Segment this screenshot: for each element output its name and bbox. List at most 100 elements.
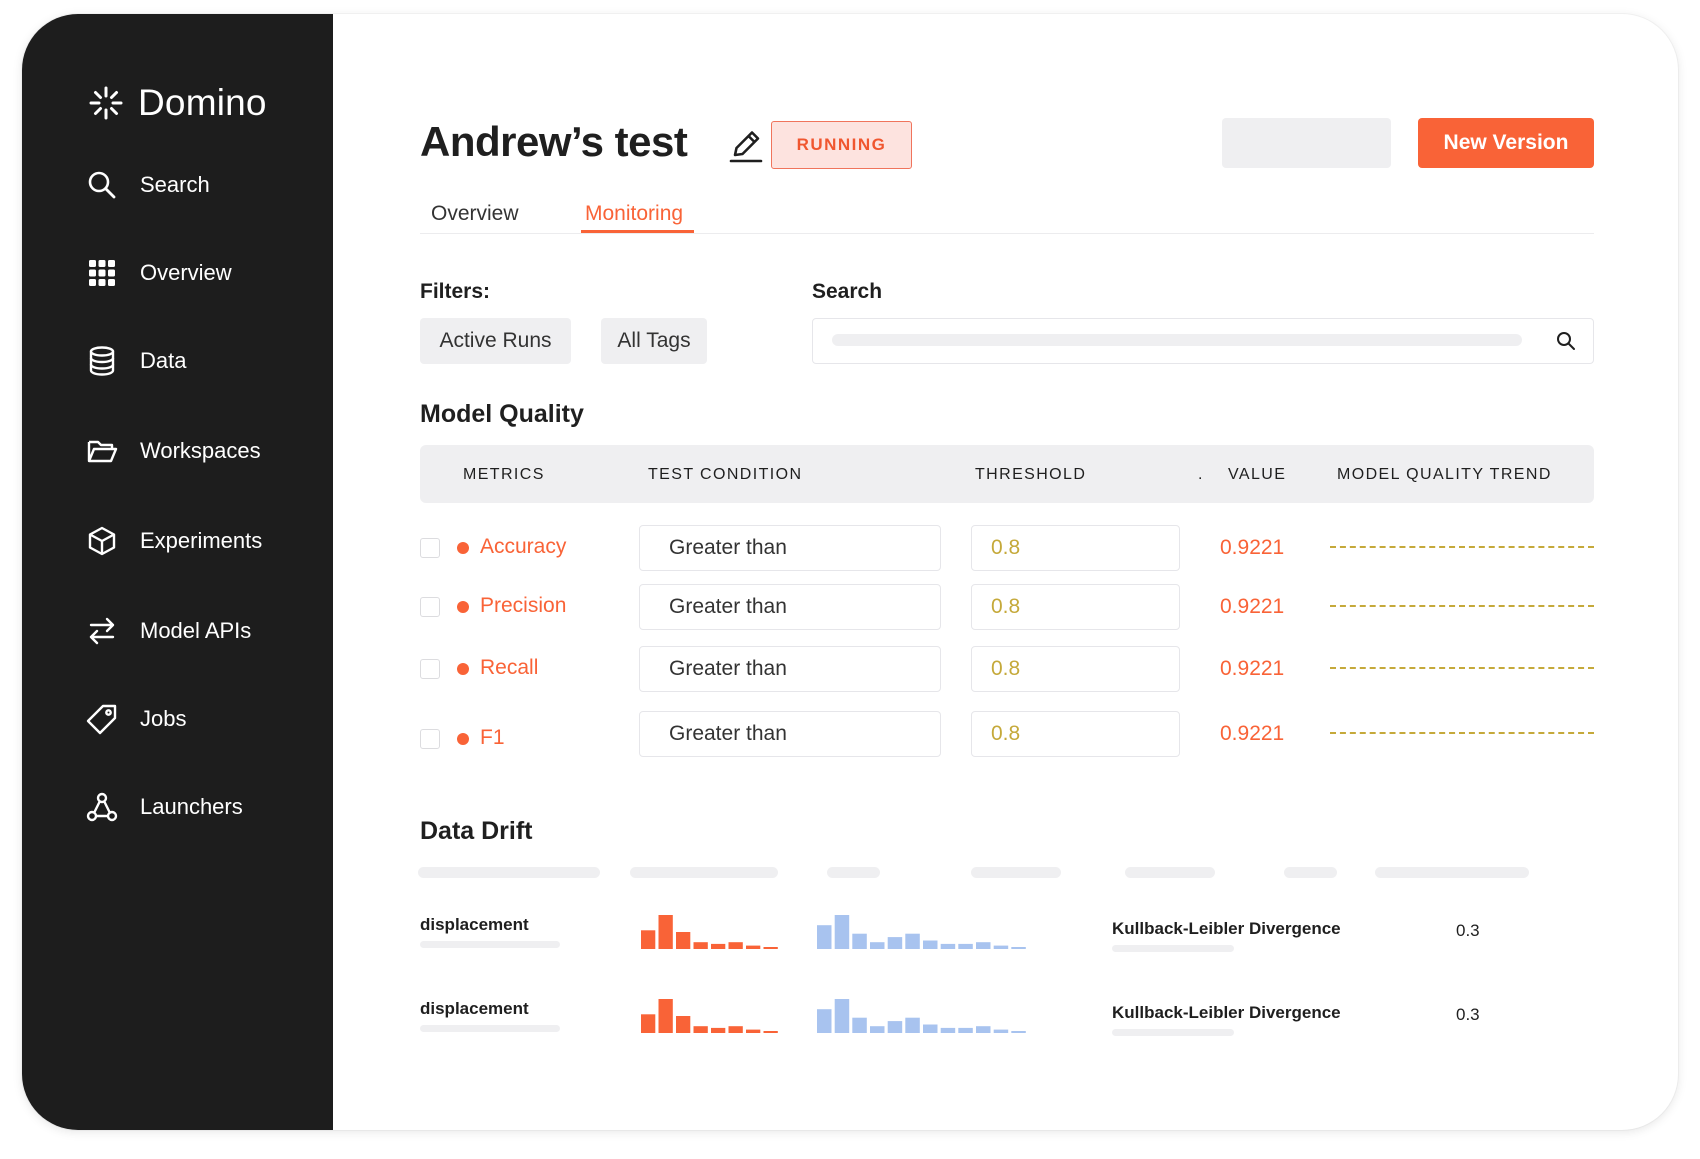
tabs-divider <box>420 233 1594 234</box>
histogram-bar <box>993 945 1009 949</box>
sidebar-item-data[interactable]: Data <box>86 345 186 377</box>
filter-all-tags[interactable]: All Tags <box>601 318 707 364</box>
search-icon[interactable] <box>1555 330 1577 352</box>
histogram-bar <box>728 1026 743 1033</box>
metric-status-dot <box>457 663 469 675</box>
histogram-bar <box>905 1017 920 1033</box>
logo[interactable]: Domino <box>88 82 267 124</box>
histogram-bar <box>923 1024 938 1033</box>
metric-value: 0.9221 <box>1220 722 1285 745</box>
sidebar-item-experiments[interactable]: Experiments <box>86 525 262 557</box>
test-condition-select[interactable]: Greater than <box>639 525 941 571</box>
tag-icon <box>86 703 118 735</box>
filters-label: Filters: <box>420 280 491 303</box>
threshold-input[interactable]: 0.8 <box>971 584 1180 630</box>
sidebar-item-label: Launchers <box>140 794 243 819</box>
sidebar-item-launchers[interactable]: Launchers <box>86 791 243 823</box>
model-quality-trend-line <box>1330 732 1594 734</box>
drift-method: Kullback-Leibler Divergence <box>1112 1003 1341 1022</box>
search-input[interactable] <box>812 318 1594 364</box>
pencil-icon[interactable] <box>727 126 765 166</box>
column-header-test-condition: TEST CONDITION <box>648 466 803 483</box>
sidebar-item-label: Overview <box>140 260 232 285</box>
histogram-bar <box>746 1029 761 1033</box>
metric-name: Recall <box>480 656 539 679</box>
row-checkbox[interactable] <box>420 659 440 679</box>
threshold-input[interactable]: 0.8 <box>971 711 1180 757</box>
histogram-bar <box>940 943 956 949</box>
column-header-model-quality-trend: MODEL QUALITY TREND <box>1337 466 1552 483</box>
tab-overview[interactable]: Overview <box>431 202 519 226</box>
histogram-bar <box>958 1027 973 1033</box>
histogram-bar <box>658 999 673 1033</box>
histogram-bar <box>852 1017 867 1033</box>
drift-value: 0.3 <box>1456 921 1480 940</box>
histogram-bar <box>641 1014 656 1033</box>
swap-arrows-icon <box>86 615 118 647</box>
metric-name: Precision <box>480 594 567 617</box>
histogram-bar <box>887 1021 903 1033</box>
column-header-placeholder <box>971 867 1061 878</box>
metric-status-dot <box>457 733 469 745</box>
histogram-bar <box>958 943 973 949</box>
threshold-input[interactable]: 0.8 <box>971 525 1180 571</box>
sidebar-item-label: Data <box>140 348 187 373</box>
row-checkbox[interactable] <box>420 597 440 617</box>
threshold-input[interactable]: 0.8 <box>971 646 1180 692</box>
histogram-bar <box>940 1027 956 1033</box>
model-quality-trend-line <box>1330 546 1594 548</box>
histogram-bar <box>993 1029 1009 1033</box>
model-quality-trend-line <box>1330 667 1594 669</box>
histogram-bar <box>1011 947 1026 949</box>
sidebar-item-label: Jobs <box>140 706 187 731</box>
metric-value: 0.9221 <box>1220 657 1285 680</box>
test-condition-select[interactable]: Greater than <box>639 646 941 692</box>
sidebar-item-label: Workspaces <box>140 438 261 463</box>
histogram-bar <box>728 942 743 949</box>
filter-active-runs[interactable]: Active Runs <box>420 318 571 364</box>
row-checkbox[interactable] <box>420 538 440 558</box>
prediction-histogram <box>817 915 1026 949</box>
method-placeholder-bar <box>1112 1029 1234 1036</box>
tab-monitoring[interactable]: Monitoring <box>585 202 683 226</box>
column-header-placeholder <box>1125 867 1215 878</box>
table-row: Precision Greater than 0.8 0.9221 <box>420 584 1594 630</box>
app-name: Domino <box>138 82 267 123</box>
histogram-bar <box>763 947 778 949</box>
domino-logo-icon <box>89 86 123 120</box>
metric-name: F1 <box>480 726 505 749</box>
histogram-bar <box>923 940 938 949</box>
histogram-bar <box>711 1027 726 1033</box>
histogram-bar <box>870 942 885 949</box>
table-row: Accuracy Greater than 0.8 0.9221 <box>420 525 1594 571</box>
metric-name: Accuracy <box>480 535 567 558</box>
metric-status-dot <box>457 542 469 554</box>
training-histogram <box>641 915 778 949</box>
table-row: F1 Greater than 0.8 0.9221 <box>420 711 1594 757</box>
test-condition-select[interactable]: Greater than <box>639 584 941 630</box>
sidebar-item-search[interactable]: Search <box>86 169 210 201</box>
feature-placeholder-bar <box>420 941 560 948</box>
row-checkbox[interactable] <box>420 729 440 749</box>
database-icon <box>86 345 118 377</box>
action-button-placeholder[interactable] <box>1222 118 1391 168</box>
drift-method: Kullback-Leibler Divergence <box>1112 919 1341 938</box>
main-content: Andrew’s test RUNNING New Version Overvi… <box>333 14 1678 1130</box>
histogram-bar <box>763 1031 778 1033</box>
test-condition-select[interactable]: Greater than <box>639 711 941 757</box>
new-version-button[interactable]: New Version <box>1418 118 1594 168</box>
sidebar-item-jobs[interactable]: Jobs <box>86 703 186 735</box>
metric-value: 0.9221 <box>1220 536 1285 559</box>
sidebar-item-overview[interactable]: Overview <box>86 257 232 289</box>
histogram-bar <box>693 942 708 949</box>
feature-placeholder-bar <box>420 1025 560 1032</box>
histogram-bar <box>834 999 850 1033</box>
data-drift-title: Data Drift <box>420 817 533 845</box>
metric-status-dot <box>457 601 469 613</box>
sidebar-item-workspaces[interactable]: Workspaces <box>86 435 261 467</box>
column-header-placeholder <box>630 867 778 878</box>
sidebar-item-model-apis[interactable]: Model APIs <box>86 615 251 647</box>
search-label: Search <box>812 280 883 303</box>
training-histogram <box>641 999 778 1033</box>
histogram-bar <box>976 1026 991 1033</box>
